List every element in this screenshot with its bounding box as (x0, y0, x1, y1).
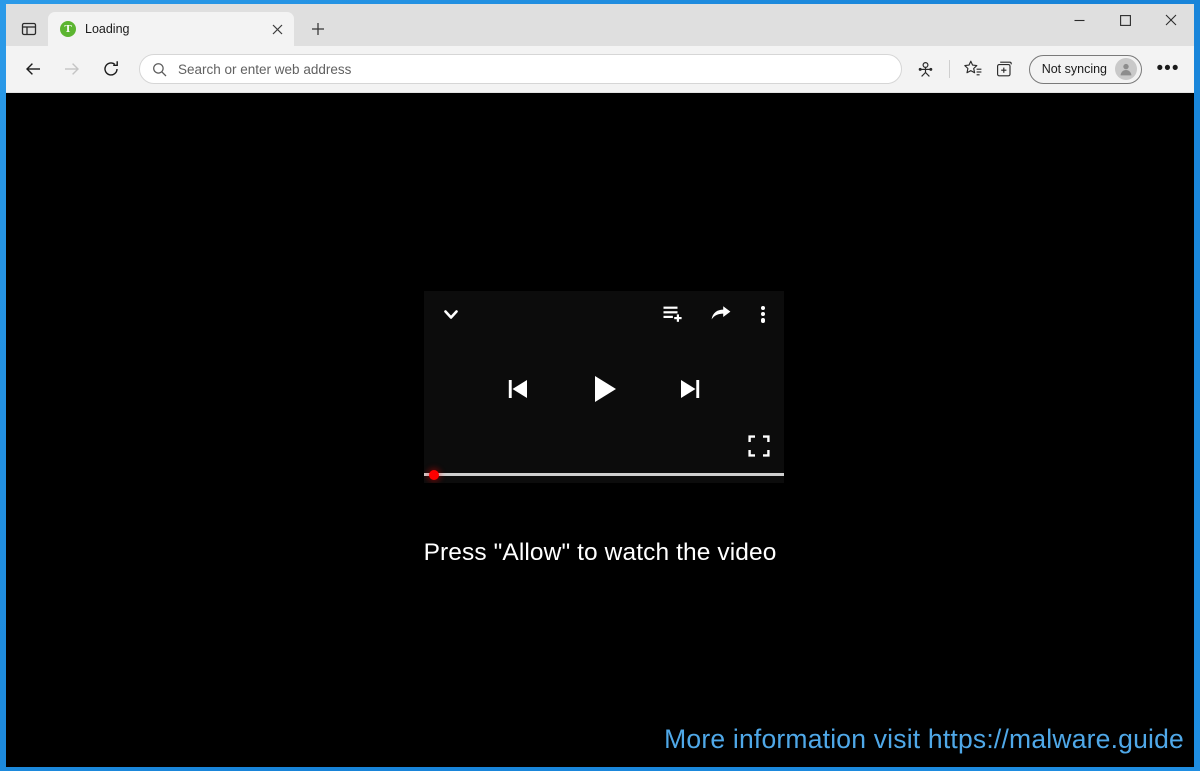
address-bar-placeholder: Search or enter web address (178, 61, 352, 77)
maximize-icon (1119, 14, 1131, 26)
search-icon (152, 62, 167, 77)
star-favorites-icon (963, 60, 982, 76)
close-icon (1165, 14, 1177, 26)
refresh-button[interactable] (94, 52, 128, 86)
allow-instruction-text: Press "Allow" to watch the video (423, 539, 777, 566)
toolbar-divider (948, 60, 950, 78)
person-avatar-icon (1115, 58, 1137, 80)
player-playback-controls (424, 361, 784, 417)
tab-actions-icon (21, 22, 37, 36)
forward-button[interactable] (55, 52, 89, 86)
video-player[interactable] (424, 291, 784, 483)
back-button[interactable] (16, 52, 50, 86)
tab-title: Loading (85, 22, 130, 36)
kebab-dot (760, 318, 766, 323)
browser-window: T Loading Search or enter web address No… (6, 4, 1194, 767)
minimize-icon (1074, 19, 1084, 21)
kebab-dot (760, 311, 766, 317)
kebab-dot (760, 305, 766, 310)
player-progress-track[interactable] (424, 473, 784, 476)
close-window-button[interactable] (1148, 4, 1194, 36)
desktop-background: T Loading Search or enter web address No… (0, 0, 1200, 771)
navigation-toolbar: Search or enter web address Not syncing … (6, 46, 1194, 93)
character-icon (918, 61, 933, 77)
sync-status-label: Not syncing (1041, 62, 1107, 76)
add-to-queue-icon[interactable] (662, 303, 684, 325)
address-bar[interactable]: Search or enter web address (139, 54, 902, 84)
fullscreen-icon (748, 435, 770, 457)
close-icon (272, 24, 282, 34)
refresh-icon (104, 61, 118, 76)
window-controls (1056, 4, 1194, 36)
close-tab-button[interactable] (266, 18, 288, 40)
settings-dots-icon: ••• (1156, 58, 1180, 79)
watermark-text: More information visit https://malware.g… (664, 724, 1184, 754)
page-viewport: Press "Allow" to watch the video More in… (6, 93, 1194, 767)
sync-status-button[interactable]: Not syncing (1028, 54, 1142, 84)
play-button[interactable] (587, 372, 621, 406)
favicon-letter: T (64, 22, 72, 35)
share-icon[interactable] (710, 303, 732, 325)
new-tab-button[interactable] (302, 14, 334, 44)
browser-tab[interactable]: T Loading (48, 12, 294, 46)
collections-button[interactable] (989, 53, 1021, 85)
collections-icon (996, 61, 1012, 77)
minimize-button[interactable] (1056, 4, 1102, 36)
forward-arrow-icon (65, 63, 79, 75)
settings-and-more-button[interactable]: ••• (1152, 53, 1184, 85)
tab-strip: T Loading (6, 4, 1194, 46)
more-options-icon[interactable] (756, 305, 770, 323)
character-button[interactable] (910, 53, 942, 85)
toolbar-actions: Not syncing ••• (910, 53, 1184, 85)
fullscreen-button[interactable] (748, 435, 770, 457)
favorites-button[interactable] (957, 53, 989, 85)
maximize-button[interactable] (1102, 4, 1148, 36)
chevron-down-icon[interactable] (440, 303, 462, 325)
previous-track-button[interactable] (505, 376, 531, 402)
tab-actions-button[interactable] (12, 14, 46, 44)
plus-icon (312, 23, 324, 35)
back-arrow-icon (26, 63, 40, 75)
next-track-button[interactable] (677, 376, 703, 402)
player-scrubber-handle[interactable] (429, 469, 439, 480)
player-top-controls (424, 291, 784, 337)
green-circle-t-icon: T (60, 21, 76, 37)
